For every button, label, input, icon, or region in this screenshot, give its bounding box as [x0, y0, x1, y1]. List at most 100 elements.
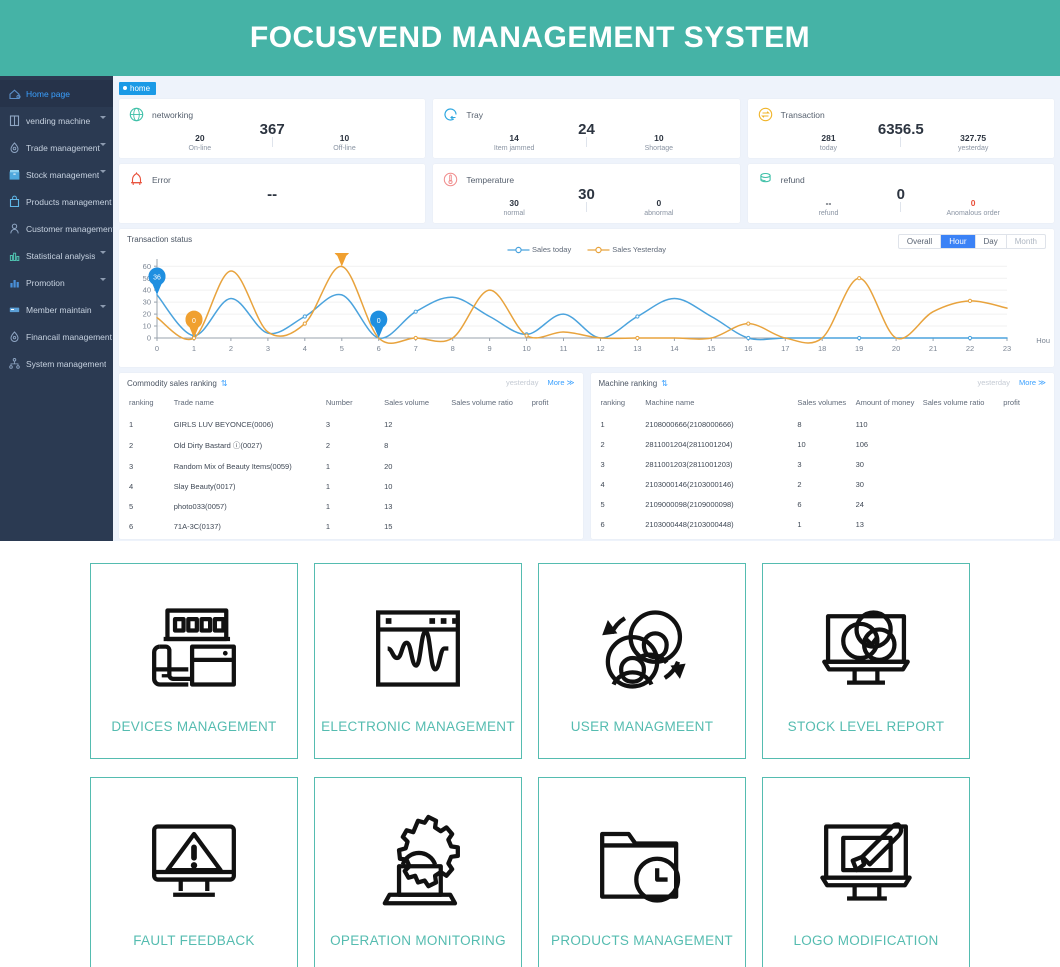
cell-ranking: 6 [129, 521, 134, 531]
sidebar-item-label: Financail management [26, 331, 112, 342]
tab-dot-icon [123, 86, 127, 90]
electronic-waveform-icon [363, 589, 473, 709]
sidebar-item-promotion[interactable]: Promotion [0, 269, 113, 296]
sidebar-item-label: Trade management [26, 142, 100, 153]
svg-text:30: 30 [143, 298, 151, 307]
stat-footer-value: 10 [654, 133, 664, 143]
commodity-yesterday-toggle[interactable]: yesterday [506, 378, 539, 387]
table-header-row: ranking Trade name Number Sales volume Sales… [127, 395, 575, 414]
sidebar-item-financail-management[interactable]: Financail management [0, 323, 113, 350]
tab-home[interactable]: home [119, 81, 157, 95]
svg-text:21: 21 [929, 344, 937, 353]
table-row[interactable]: 2 2811001204(2811001204) 10 106 [599, 434, 1047, 454]
chart-range-overall[interactable]: Overall [899, 235, 942, 248]
home-icon [8, 87, 21, 100]
svg-text:0: 0 [377, 318, 381, 325]
table-row[interactable]: 4 Slay Beauty(0017) 1 10 [127, 476, 575, 496]
machine-panel-title: Machine ranking [598, 379, 658, 388]
table-row[interactable]: 5 photo033(0057) 1 13 [127, 496, 575, 516]
commodity-more-link[interactable]: More ≫ [547, 378, 574, 387]
cell-ranking: 4 [600, 479, 605, 489]
stat-card-error: Error -- [119, 164, 426, 223]
sidebar-item-trade-management[interactable]: Trade management [0, 134, 113, 161]
devices-icon [139, 589, 249, 709]
sidebar-item-vending-machine[interactable]: vending machine [0, 107, 113, 134]
cell-number: 2 [325, 440, 331, 450]
stat-card-temperature: Temperature 30 30 normal 0 abnormal [433, 164, 740, 223]
feature-card-logo-modification[interactable]: LOGO MODIFICATION [762, 777, 970, 967]
machine-more-link[interactable]: More ≫ [1019, 378, 1046, 387]
sidebar-item-customer-management[interactable]: Customer management [0, 215, 113, 242]
table-row[interactable]: 5 2109000098(2109000098) 6 24 [599, 494, 1047, 514]
svg-text:3: 3 [266, 344, 270, 353]
svg-text:6: 6 [377, 344, 381, 353]
feature-cards-section: DEVICES MANAGEMENT ELECTRONIC MANAGEMENT U… [0, 541, 1060, 967]
table-row[interactable]: 3 2811001203(2811001203) 3 30 [599, 454, 1047, 474]
vending-machine-icon [8, 114, 21, 127]
sidebar-item-member-maintain[interactable]: Member maintain [0, 296, 113, 323]
sort-icon[interactable]: ⇅ [221, 379, 228, 388]
chart-range-month: Month [1014, 237, 1037, 246]
cell-amount: 24 [855, 499, 864, 509]
dashboard-screenshot: Home page vending machine Trade management… [0, 76, 1060, 541]
cell-name: Random Mix of Beauty Items(0059) [173, 461, 292, 471]
svg-text:14: 14 [670, 344, 678, 353]
feature-card-user-managmeent[interactable]: USER MANAGMEENT [538, 563, 746, 759]
cell-volume: 8 [384, 440, 389, 450]
table-row[interactable]: 6 71A-3C(0137) 1 15 [127, 516, 575, 536]
table-row[interactable]: 1 GIRLS LUV BEYONCE(0006) 3 12 [127, 414, 575, 434]
feature-card-fault-feedback[interactable]: FAULT FEEDBACK [90, 777, 298, 967]
svg-text:8: 8 [451, 344, 455, 353]
chart-range-segmented-control[interactable]: Overall Hour Day Month [897, 234, 1046, 249]
cell-profit [530, 456, 575, 476]
cell-amount: 110 [855, 419, 868, 429]
cell-number: 1 [325, 481, 331, 491]
stat-footer: 30 normal [442, 198, 586, 218]
chart-range-day[interactable]: Day [976, 235, 1007, 248]
svg-text:20: 20 [892, 344, 900, 353]
feature-card-stock-level-report[interactable]: STOCK LEVEL REPORT [762, 563, 970, 759]
dashboard-main: home networking 367 20 On-line 10 Off-line Tra… [113, 76, 1060, 541]
stat-card-footers: 20 On-line 10 Off-line [128, 133, 416, 153]
sidebar-item-system-management[interactable]: System management [0, 350, 113, 377]
sidebar-item-stock-management[interactable]: Stock management [0, 161, 113, 188]
cell-ratio [449, 476, 530, 496]
cell-ranking: 6 [600, 519, 605, 529]
cell-number: 1 [325, 521, 331, 531]
stat-footer-value: 327.75 [960, 133, 987, 143]
feature-card-operation-monitoring[interactable]: OPERATION MONITORING [314, 777, 522, 967]
cell-volume: 12 [384, 419, 393, 429]
sort-icon[interactable]: ⇅ [661, 379, 668, 388]
column-header: Machine name [645, 398, 695, 407]
table-row[interactable]: 6 2103000448(2103000448) 1 13 [599, 514, 1047, 534]
x-axis-unit-label: Hou [1036, 336, 1050, 345]
stat-card-networking: networking 367 20 On-line 10 Off-line [119, 99, 426, 158]
stat-footer-value: 14 [509, 133, 519, 143]
svg-text:5: 5 [340, 344, 344, 353]
table-row[interactable]: 3 Random Mix of Beauty Items(0059) 1 20 [127, 456, 575, 476]
sidebar-item-label: Customer management [26, 223, 113, 234]
stat-card-footers: 30 normal 0 abnormal [442, 198, 730, 218]
sidebar-item-label: Member maintain [26, 304, 92, 315]
machine-ranking-panel: Machine ranking ⇅ yesterday More ≫ ranki… [590, 373, 1054, 539]
stock-report-monitor-icon [811, 589, 921, 709]
stat-footer-value: 20 [195, 133, 205, 143]
table-row[interactable]: 4 2103000146(2103000146) 2 30 [599, 474, 1047, 494]
chart-range-hour[interactable]: Hour [941, 235, 976, 248]
cell-volume: 10 [384, 481, 393, 491]
table-row[interactable]: 2 Old Dirty Bastard ⓘ(0027) 2 8 [127, 434, 575, 456]
svg-text:22: 22 [966, 344, 974, 353]
table-row[interactable]: 1 2108000666(2108000666) 8 110 [599, 414, 1047, 434]
sidebar-item-products-management[interactable]: Products management [0, 188, 113, 215]
feature-card-electronic-management[interactable]: ELECTRONIC MANAGEMENT [314, 563, 522, 759]
sidebar-item-home-page[interactable]: Home page [0, 80, 113, 107]
commodity-panel-actions: yesterday More ≫ [506, 378, 575, 387]
sidebar-item-statistical-analysis[interactable]: Statistical analysis [0, 242, 113, 269]
cell-ranking: 3 [600, 459, 605, 469]
feature-card-devices-management[interactable]: DEVICES MANAGEMENT [90, 563, 298, 759]
feature-card-products-management[interactable]: PRODUCTS MANAGEMENT [538, 777, 746, 967]
machine-yesterday-toggle[interactable]: yesterday [977, 378, 1010, 387]
stat-footer: 327.75 yesterday [901, 133, 1045, 153]
cell-volume: 20 [384, 461, 393, 471]
finance-icon [8, 330, 21, 343]
